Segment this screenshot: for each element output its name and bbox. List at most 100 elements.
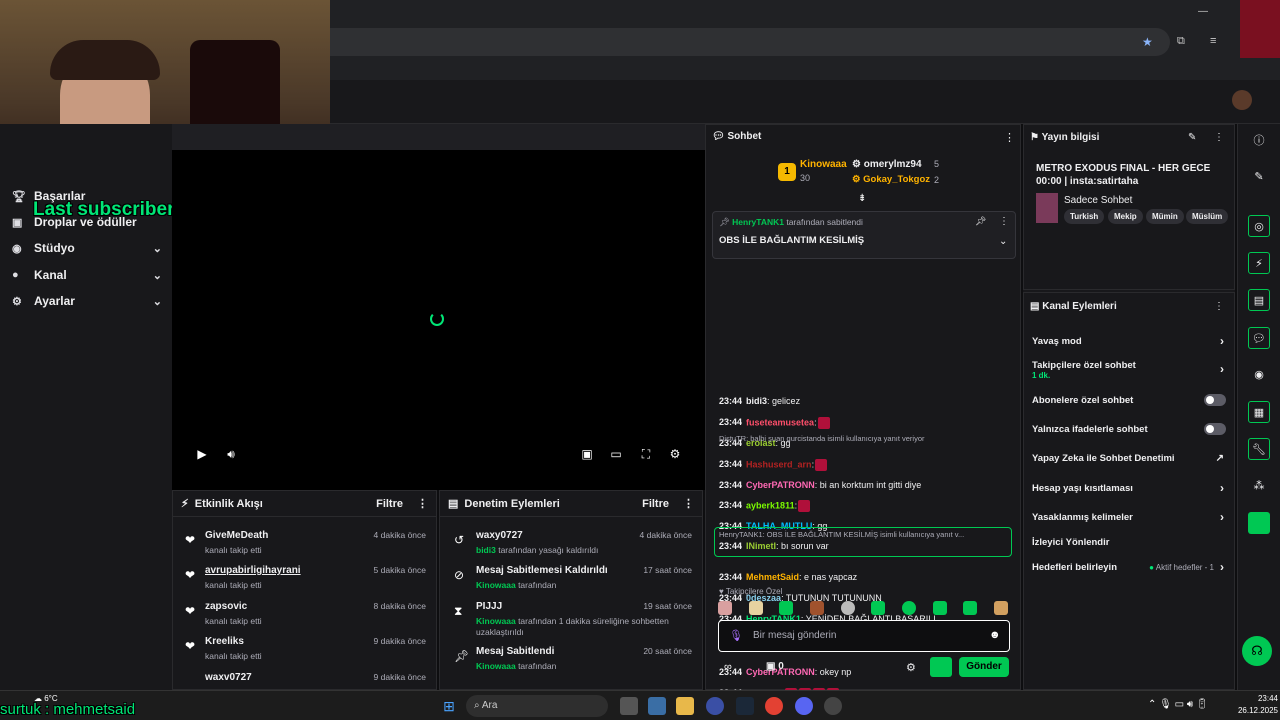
pencil-icon[interactable]: ✎ <box>1248 166 1270 188</box>
message-username[interactable]: bidi3 <box>746 396 767 406</box>
chrome-icon[interactable] <box>765 697 783 715</box>
chat-message[interactable]: 23:44 CyberPATRONN: okey np <box>719 667 851 677</box>
emote-only-toggle[interactable] <box>1204 423 1226 435</box>
account-age-action[interactable]: Hesap yaşı kısıtlaması › <box>1032 481 1228 495</box>
chat-icon[interactable]: 💬︎ <box>1248 327 1270 349</box>
slow-mode-action[interactable]: Yavaş mod › <box>1032 334 1228 348</box>
sidebar-item-studio[interactable]: ◉ Stüdyo ⌄ <box>12 236 162 260</box>
chat-message[interactable]: 23:44 fuseteamusetea: <box>719 417 831 429</box>
wrench-icon[interactable]: 🔧︎ <box>1248 438 1270 460</box>
emote-icon[interactable] <box>779 601 794 615</box>
system-tray-icons[interactable]: ⌃ 🎙︎ ▭ 🔊︎ 🔋︎ <box>1148 699 1209 710</box>
subscribers-only-toggle[interactable] <box>1204 394 1226 406</box>
table-row[interactable]: ↺ waxy0727 bidi3 tarafından yasağı kaldırı… <box>440 527 702 561</box>
steam-icon[interactable] <box>736 697 754 715</box>
chat-input[interactable]: 🎙︎ Bir mesaj gönderin ☻ <box>718 620 1010 652</box>
menu-icon[interactable]: ≡ <box>1210 35 1216 47</box>
more-icon[interactable]: ⋮ <box>1214 132 1224 143</box>
message-username[interactable]: ayberk1811 <box>746 500 795 510</box>
taskbar-search[interactable]: ⌕ Ara <box>466 695 608 717</box>
info-icon[interactable]: ⓘ <box>1248 130 1270 152</box>
points-display[interactable]: ▣ 0 <box>766 661 784 672</box>
emote-icon[interactable] <box>809 601 824 615</box>
chevron-down-icon[interactable]: ⌄ <box>999 236 1007 247</box>
fullscreen-icon[interactable]: ⛶ <box>638 446 654 462</box>
emote-icon[interactable] <box>798 500 811 512</box>
address-bar[interactable] <box>300 28 1170 56</box>
emoji-icon[interactable]: ☻ <box>989 629 1001 641</box>
avatar[interactable] <box>1232 90 1252 110</box>
filter-button[interactable]: Filtre <box>642 498 669 510</box>
send-button[interactable]: Gönder <box>959 657 1009 677</box>
tag[interactable]: Mekip <box>1108 209 1143 224</box>
settings-icon[interactable]: ⚙ <box>667 446 683 462</box>
tag[interactable]: Turkish <box>1064 209 1105 224</box>
file-explorer-icon[interactable] <box>676 697 694 715</box>
table-row[interactable]: 📌︎ Mesaj Sabitlendi Kinowaaa tarafından 20 … <box>440 643 702 677</box>
list-item[interactable]: ❤ Kreeliks kanalı takip etti 9 dakika önce <box>173 633 436 667</box>
list-item[interactable]: ❤ GiveMeDeath kanalı takip etti 4 dakika ön… <box>173 527 436 561</box>
broadcast-icon[interactable]: ◉ <box>1248 364 1270 386</box>
more-icon[interactable]: ⋮ <box>417 497 428 510</box>
volume-icon[interactable]: 🔊︎ <box>223 446 239 462</box>
miniplayer-icon[interactable]: ▣ <box>579 446 595 462</box>
category-thumbnail[interactable] <box>1036 193 1058 223</box>
camera-icon[interactable]: ◎ <box>1248 215 1270 237</box>
leaderboard-top-user[interactable]: Kinowaaa <box>800 159 847 170</box>
discord-icon[interactable] <box>795 697 813 715</box>
emote-icon[interactable] <box>817 417 830 429</box>
emote-icon[interactable] <box>871 601 886 615</box>
bookmark-star-icon[interactable]: ★ <box>1142 35 1153 49</box>
raid-action[interactable]: İzleyici Yönlendir <box>1032 537 1228 548</box>
microphone-icon[interactable]: 🎙︎ <box>729 629 743 642</box>
emote-icon[interactable] <box>718 601 732 615</box>
obs-icon[interactable] <box>824 697 842 715</box>
list-item[interactable]: ❤ avrupabirligihayrani kanalı takip etti 5 … <box>173 562 436 596</box>
video-player[interactable] <box>172 124 705 490</box>
emote-icon[interactable] <box>840 601 855 615</box>
leaderboard-third[interactable]: ⚙ Gokay_Tokgoz <box>852 174 930 185</box>
chat-message[interactable]: 23:44 Hashuserd_arn: <box>719 459 828 471</box>
bot-icon[interactable] <box>930 657 952 677</box>
chat-message[interactable]: 23:44 CyberPATRONN: bi an korktum int git… <box>719 480 921 490</box>
headset-icon[interactable]: ☊ <box>1242 636 1272 666</box>
app-icon[interactable] <box>706 697 724 715</box>
lightning-icon[interactable]: ⚡︎ <box>1248 252 1270 274</box>
banned-words-action[interactable]: Yasaklanmış kelimeler › <box>1032 510 1228 524</box>
message-username[interactable]: fuseteamusetea <box>746 417 814 427</box>
sidebar-item-settings[interactable]: ⚙ Ayarlar ⌄ <box>12 289 162 313</box>
stream-category[interactable]: Sadece Sohbet <box>1064 195 1132 206</box>
play-icon[interactable]: ▶ <box>194 446 210 462</box>
message-username[interactable]: Hashuserd_arn <box>746 459 812 469</box>
emote-icon[interactable] <box>932 601 947 615</box>
filter-button[interactable]: Filtre <box>376 498 403 510</box>
emote-icon[interactable] <box>963 601 978 615</box>
windows-start-icon[interactable]: ⊞ <box>440 697 458 715</box>
tag[interactable]: Mümin <box>1146 209 1184 224</box>
task-view-icon[interactable] <box>620 697 638 715</box>
minimize-icon[interactable]: — <box>1198 6 1208 17</box>
pin-icon[interactable]: 📌︎ <box>975 216 986 227</box>
message-username[interactable]: MehmetSaid <box>746 572 799 582</box>
clipboard-icon[interactable]: ▤ <box>1248 289 1270 311</box>
chat-message[interactable]: 23:44 bidi3: gelicez <box>719 396 800 406</box>
theater-icon[interactable]: ▭ <box>608 446 624 462</box>
more-icon[interactable]: ⋮ <box>683 497 694 510</box>
clock-time[interactable]: 23:44 <box>1238 694 1278 703</box>
chat-message[interactable]: 23:44 MehmetSaid: e nas yapcaz <box>719 572 857 582</box>
infinity-icon[interactable]: ∞ <box>724 661 732 673</box>
pinned-message[interactable]: 📌︎ HenryTANK1 tarafından sabitlendi OBS … <box>712 211 1016 259</box>
table-row[interactable]: ⊘ Mesaj Sabitlemesi Kaldırıldı Kinowaaa ta… <box>440 562 702 596</box>
emote-icon[interactable] <box>901 601 916 615</box>
more-icon[interactable]: ⋮ <box>1004 131 1015 144</box>
emote-icon[interactable] <box>993 601 1008 615</box>
settings-icon[interactable]: ⚙ <box>906 661 916 674</box>
tag[interactable]: Müslüm <box>1186 209 1229 224</box>
extensions-icon[interactable]: ⧉ <box>1177 35 1185 48</box>
more-icon[interactable]: ⋮ <box>999 216 1009 227</box>
more-icon[interactable]: ⋮ <box>1214 301 1224 312</box>
emote-icon[interactable] <box>748 601 763 615</box>
table-row[interactable]: ⧗ PIJJJ Kinowaaa tarafından 1 dakika sürel… <box>440 598 702 642</box>
leaderboard-second[interactable]: ⚙ omerylmz94 <box>852 159 922 170</box>
bot-icon[interactable] <box>1248 512 1270 534</box>
